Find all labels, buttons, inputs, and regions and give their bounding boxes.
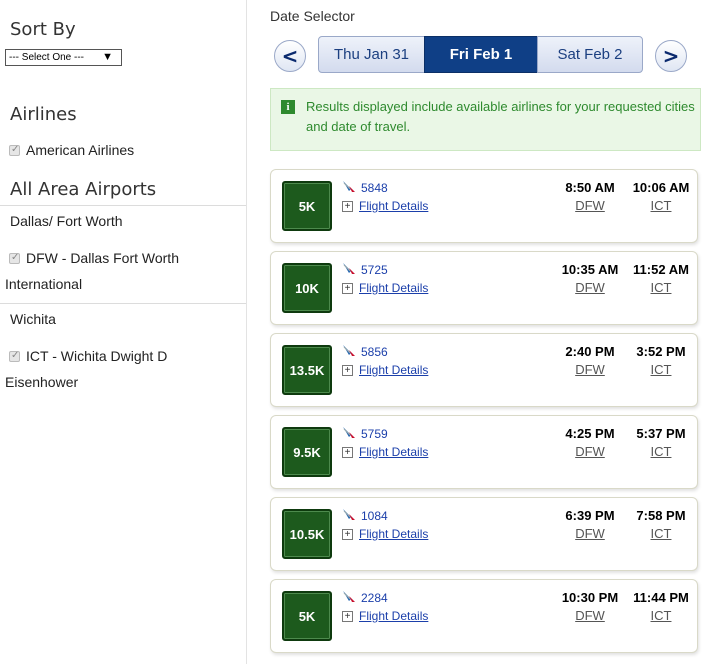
departure-airport-link[interactable]: DFW — [550, 362, 630, 377]
departure-airport-link[interactable]: DFW — [550, 198, 630, 213]
flight-details-link[interactable]: Flight Details — [359, 199, 428, 213]
city-label-dallas: Dallas/ Fort Worth — [10, 213, 123, 229]
departure-time: 10:30 PM — [561, 590, 619, 605]
departure-time: 10:35 AM — [561, 262, 619, 277]
sort-by-heading: Sort By — [10, 19, 76, 40]
departure-time: 8:50 AM — [565, 180, 615, 195]
checkbox-checked-icon[interactable] — [9, 143, 20, 157]
american-airlines-logo-icon — [343, 427, 355, 438]
flight-card: 5K 2284 + Flight Details 10:30 PM 11:44 … — [270, 579, 698, 653]
airline-filter-label: American Airlines — [26, 142, 135, 158]
departure-time: 4:25 PM — [565, 426, 615, 441]
miles-value: 10.5K — [289, 526, 325, 542]
flight-card: 5K 5848 + Flight Details 8:50 AM 10:06 A… — [270, 169, 698, 243]
divider — [0, 205, 246, 206]
airport-filter-label: ICT - Wichita Dwight D — [26, 348, 168, 364]
miles-award-button[interactable]: 10K — [282, 263, 332, 313]
miles-value: 9.5K — [293, 444, 321, 460]
flight-number: 5856 — [361, 345, 388, 359]
checkbox-checked-icon[interactable] — [9, 251, 20, 265]
flight-card: 9.5K 5759 + Flight Details 4:25 PM 5:37 … — [270, 415, 698, 489]
miles-value: 10K — [295, 280, 319, 296]
miles-award-button[interactable]: 5K — [282, 181, 332, 231]
airport-filter-label-cont: International — [5, 276, 83, 292]
departure-airport-link[interactable]: DFW — [550, 444, 630, 459]
expand-plus-icon[interactable]: + — [342, 365, 353, 376]
flight-details-link[interactable]: Flight Details — [359, 363, 428, 377]
airports-heading: All Area Airports — [10, 179, 157, 200]
american-airlines-logo-icon — [343, 509, 355, 520]
flight-number: 5759 — [361, 427, 388, 441]
date-tab-next[interactable]: Sat Feb 2 — [537, 36, 643, 73]
chevron-right-icon: > — [662, 44, 680, 68]
airport-filter-label: DFW - Dallas Fort Worth — [26, 250, 179, 266]
american-airlines-logo-icon — [343, 263, 355, 274]
date-selector-title: Date Selector — [270, 8, 355, 24]
date-tab-prev[interactable]: Thu Jan 31 — [318, 36, 425, 73]
flight-details-link[interactable]: Flight Details — [359, 609, 428, 623]
flight-details-link[interactable]: Flight Details — [359, 445, 428, 459]
arrival-airport-link[interactable]: ICT — [621, 444, 701, 459]
arrival-airport-link[interactable]: ICT — [621, 280, 701, 295]
miles-value: 5K — [298, 198, 316, 214]
flight-number: 5848 — [361, 181, 388, 195]
prev-date-button[interactable]: < — [274, 40, 306, 72]
divider — [0, 303, 246, 304]
next-date-button[interactable]: > — [655, 40, 687, 72]
departure-airport-link[interactable]: DFW — [550, 608, 630, 623]
miles-value: 13.5K — [289, 362, 325, 378]
date-tab-selected[interactable]: Fri Feb 1 — [424, 36, 538, 73]
airport-filter-ict[interactable]: ICT - Wichita Dwight D Eisenhower — [5, 343, 235, 395]
flight-card: 10.5K 1084 + Flight Details 6:39 PM 7:58… — [270, 497, 698, 571]
dropdown-arrow-icon: ▼ — [102, 51, 113, 63]
miles-award-button[interactable]: 10.5K — [282, 509, 332, 559]
flight-card: 10K 5725 + Flight Details 10:35 AM 11:52… — [270, 251, 698, 325]
checkbox-checked-icon[interactable] — [9, 349, 20, 363]
departure-time: 6:39 PM — [565, 508, 615, 523]
flight-details-link[interactable]: Flight Details — [359, 281, 428, 295]
miles-award-button[interactable]: 9.5K — [282, 427, 332, 477]
arrival-time: 3:52 PM — [636, 344, 686, 359]
arrival-airport-link[interactable]: ICT — [621, 198, 701, 213]
departure-airport-link[interactable]: DFW — [550, 526, 630, 541]
airlines-heading: Airlines — [10, 104, 77, 125]
arrival-time: 7:58 PM — [636, 508, 686, 523]
arrival-time: 11:52 AM — [633, 262, 689, 277]
expand-plus-icon[interactable]: + — [342, 201, 353, 212]
expand-plus-icon[interactable]: + — [342, 283, 353, 294]
arrival-airport-link[interactable]: ICT — [621, 526, 701, 541]
sort-select-value: --- Select One --- — [9, 52, 85, 63]
miles-value: 5K — [298, 608, 316, 624]
flight-number: 1084 — [361, 509, 388, 523]
arrival-time: 11:44 PM — [633, 590, 689, 605]
american-airlines-logo-icon — [343, 181, 355, 192]
american-airlines-logo-icon — [343, 345, 355, 356]
flight-card: 13.5K 5856 + Flight Details 2:40 PM 3:52… — [270, 333, 698, 407]
arrival-time: 5:37 PM — [636, 426, 686, 441]
american-airlines-logo-icon — [343, 591, 355, 602]
arrival-airport-link[interactable]: ICT — [621, 608, 701, 623]
arrival-time: 10:06 AM — [632, 180, 690, 195]
airport-filter-dfw[interactable]: DFW - Dallas Fort Worth International — [5, 245, 235, 297]
miles-award-button[interactable]: 13.5K — [282, 345, 332, 395]
expand-plus-icon[interactable]: + — [342, 529, 353, 540]
info-text: Results displayed include available airl… — [306, 99, 695, 134]
flight-details-link[interactable]: Flight Details — [359, 527, 428, 541]
flight-number: 5725 — [361, 263, 388, 277]
info-banner: i Results displayed include available ai… — [270, 88, 701, 151]
filter-sidebar: Sort By --- Select One --- ▼ Airlines Am… — [0, 0, 247, 664]
flight-number: 2284 — [361, 591, 388, 605]
sort-select[interactable]: --- Select One --- ▼ — [5, 49, 122, 66]
expand-plus-icon[interactable]: + — [342, 611, 353, 622]
city-label-wichita: Wichita — [10, 311, 56, 327]
airport-filter-label-cont: Eisenhower — [5, 374, 79, 390]
departure-time: 2:40 PM — [565, 344, 615, 359]
departure-airport-link[interactable]: DFW — [550, 280, 630, 295]
miles-award-button[interactable]: 5K — [282, 591, 332, 641]
arrival-airport-link[interactable]: ICT — [621, 362, 701, 377]
chevron-left-icon: < — [281, 44, 299, 68]
info-icon: i — [281, 100, 295, 114]
airline-filter-american[interactable]: American Airlines — [9, 137, 134, 163]
expand-plus-icon[interactable]: + — [342, 447, 353, 458]
